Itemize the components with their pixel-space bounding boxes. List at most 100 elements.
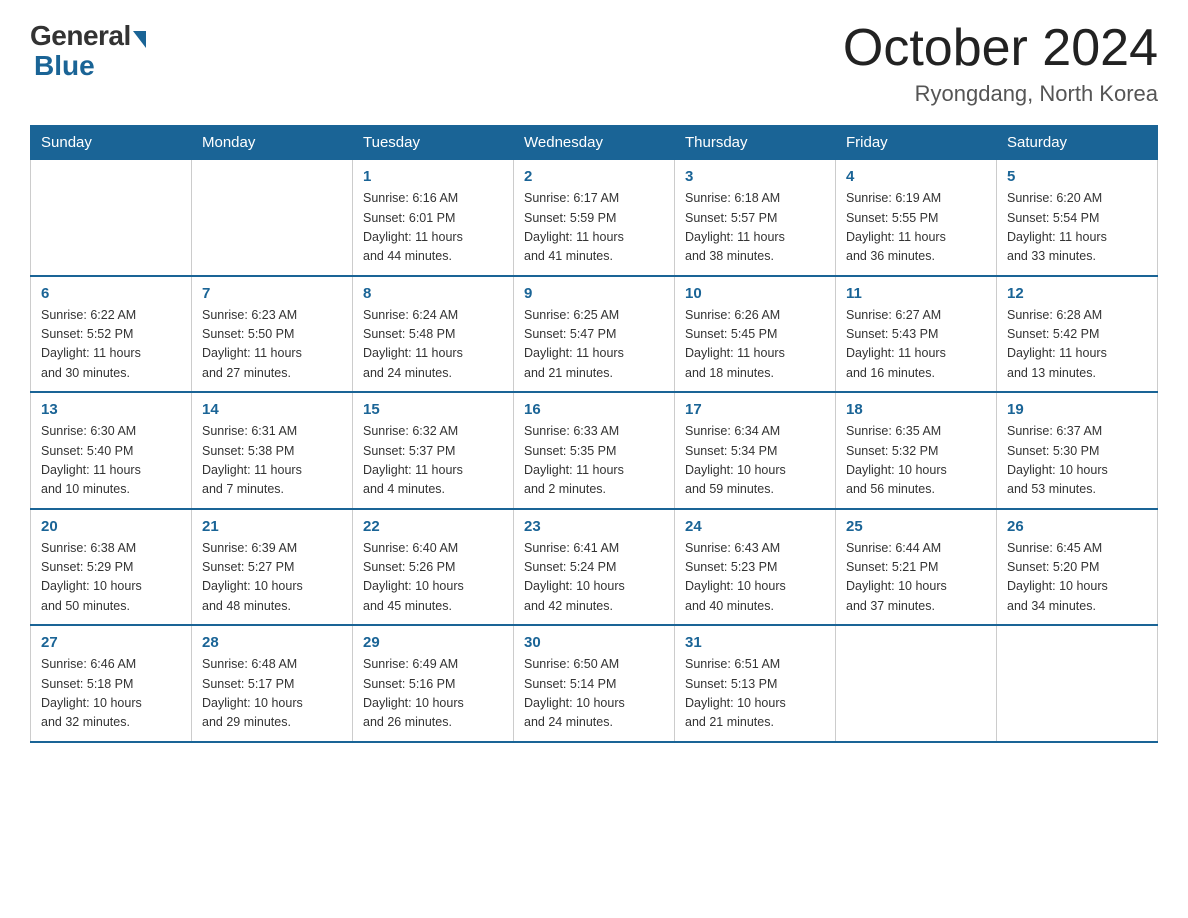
location-title: Ryongdang, North Korea: [843, 81, 1158, 107]
calendar-cell: 23 Sunrise: 6:41 AMSunset: 5:24 PMDayligh…: [514, 509, 675, 626]
day-number: 31: [685, 634, 825, 651]
calendar-cell: 8 Sunrise: 6:24 AMSunset: 5:48 PMDaylight…: [353, 276, 514, 393]
day-info: Sunrise: 6:41 AMSunset: 5:24 PMDaylight:…: [524, 539, 664, 617]
day-number: 26: [1007, 518, 1147, 535]
day-info: Sunrise: 6:46 AMSunset: 5:18 PMDaylight:…: [41, 655, 181, 733]
calendar-cell: [836, 625, 997, 742]
day-info: Sunrise: 6:49 AMSunset: 5:16 PMDaylight:…: [363, 655, 503, 733]
day-info: Sunrise: 6:25 AMSunset: 5:47 PMDaylight:…: [524, 306, 664, 384]
day-info: Sunrise: 6:31 AMSunset: 5:38 PMDaylight:…: [202, 422, 342, 500]
weekday-header-row: SundayMondayTuesdayWednesdayThursdayFrid…: [31, 126, 1158, 160]
calendar-cell: 10 Sunrise: 6:26 AMSunset: 5:45 PMDayligh…: [675, 276, 836, 393]
day-info: Sunrise: 6:19 AMSunset: 5:55 PMDaylight:…: [846, 189, 986, 267]
day-info: Sunrise: 6:23 AMSunset: 5:50 PMDaylight:…: [202, 306, 342, 384]
calendar-cell: 5 Sunrise: 6:20 AMSunset: 5:54 PMDaylight…: [997, 160, 1158, 276]
title-block: October 2024 Ryongdang, North Korea: [843, 20, 1158, 107]
day-info: Sunrise: 6:43 AMSunset: 5:23 PMDaylight:…: [685, 539, 825, 617]
day-info: Sunrise: 6:35 AMSunset: 5:32 PMDaylight:…: [846, 422, 986, 500]
calendar-cell: 22Sunrise: 6:40 AMSunset: 5:26 PMDayligh…: [353, 509, 514, 626]
day-number: 19: [1007, 401, 1147, 418]
logo-general-text: General: [30, 20, 131, 52]
day-info: Sunrise: 6:40 AMSunset: 5:26 PMDaylight:…: [363, 539, 503, 617]
calendar-cell: [997, 625, 1158, 742]
calendar-cell: 12Sunrise: 6:28 AMSunset: 5:42 PMDayligh…: [997, 276, 1158, 393]
day-number: 15: [363, 401, 503, 418]
day-number: 14: [202, 401, 342, 418]
weekday-header-friday: Friday: [836, 126, 997, 160]
day-info: Sunrise: 6:33 AMSunset: 5:35 PMDaylight:…: [524, 422, 664, 500]
day-info: Sunrise: 6:39 AMSunset: 5:27 PMDaylight:…: [202, 539, 342, 617]
day-number: 30: [524, 634, 664, 651]
day-number: 21: [202, 518, 342, 535]
day-number: 17: [685, 401, 825, 418]
day-number: 1: [363, 168, 503, 185]
day-number: 5: [1007, 168, 1147, 185]
day-info: Sunrise: 6:32 AMSunset: 5:37 PMDaylight:…: [363, 422, 503, 500]
day-number: 6: [41, 285, 181, 302]
day-info: Sunrise: 6:44 AMSunset: 5:21 PMDaylight:…: [846, 539, 986, 617]
day-number: 2: [524, 168, 664, 185]
day-info: Sunrise: 6:48 AMSunset: 5:17 PMDaylight:…: [202, 655, 342, 733]
calendar-cell: 29 Sunrise: 6:49 AMSunset: 5:16 PMDayligh…: [353, 625, 514, 742]
weekday-header-saturday: Saturday: [997, 126, 1158, 160]
calendar-cell: 14 Sunrise: 6:31 AMSunset: 5:38 PMDayligh…: [192, 392, 353, 509]
calendar-cell: 2 Sunrise: 6:17 AMSunset: 5:59 PMDaylight…: [514, 160, 675, 276]
calendar-week-row: 27 Sunrise: 6:46 AMSunset: 5:18 PMDayligh…: [31, 625, 1158, 742]
logo: General Blue: [30, 20, 146, 82]
day-info: Sunrise: 6:24 AMSunset: 5:48 PMDaylight:…: [363, 306, 503, 384]
day-number: 9: [524, 285, 664, 302]
logo-blue-text: Blue: [34, 50, 95, 82]
calendar-cell: 27 Sunrise: 6:46 AMSunset: 5:18 PMDayligh…: [31, 625, 192, 742]
day-number: 18: [846, 401, 986, 418]
day-number: 28: [202, 634, 342, 651]
weekday-header-wednesday: Wednesday: [514, 126, 675, 160]
day-number: 3: [685, 168, 825, 185]
calendar-cell: 11 Sunrise: 6:27 AMSunset: 5:43 PMDayligh…: [836, 276, 997, 393]
day-info: Sunrise: 6:30 AMSunset: 5:40 PMDaylight:…: [41, 422, 181, 500]
day-number: 29: [363, 634, 503, 651]
calendar-cell: 30 Sunrise: 6:50 AMSunset: 5:14 PMDayligh…: [514, 625, 675, 742]
day-info: Sunrise: 6:51 AMSunset: 5:13 PMDaylight:…: [685, 655, 825, 733]
calendar-cell: 13 Sunrise: 6:30 AMSunset: 5:40 PMDayligh…: [31, 392, 192, 509]
day-info: Sunrise: 6:17 AMSunset: 5:59 PMDaylight:…: [524, 189, 664, 267]
day-number: 16: [524, 401, 664, 418]
day-number: 25: [846, 518, 986, 535]
calendar-table: SundayMondayTuesdayWednesdayThursdayFrid…: [30, 125, 1158, 743]
page-header: General Blue October 2024 Ryongdang, Nor…: [30, 20, 1158, 107]
day-number: 10: [685, 285, 825, 302]
calendar-cell: 17 Sunrise: 6:34 AMSunset: 5:34 PMDayligh…: [675, 392, 836, 509]
calendar-cell: 21 Sunrise: 6:39 AMSunset: 5:27 PMDayligh…: [192, 509, 353, 626]
calendar-cell: 6 Sunrise: 6:22 AMSunset: 5:52 PMDaylight…: [31, 276, 192, 393]
day-number: 8: [363, 285, 503, 302]
day-number: 27: [41, 634, 181, 651]
calendar-cell: 25 Sunrise: 6:44 AMSunset: 5:21 PMDayligh…: [836, 509, 997, 626]
calendar-cell: 15 Sunrise: 6:32 AMSunset: 5:37 PMDayligh…: [353, 392, 514, 509]
day-info: Sunrise: 6:20 AMSunset: 5:54 PMDaylight:…: [1007, 189, 1147, 267]
calendar-cell: 3 Sunrise: 6:18 AMSunset: 5:57 PMDaylight…: [675, 160, 836, 276]
weekday-header-monday: Monday: [192, 126, 353, 160]
day-number: 13: [41, 401, 181, 418]
day-info: Sunrise: 6:34 AMSunset: 5:34 PMDaylight:…: [685, 422, 825, 500]
calendar-cell: 4 Sunrise: 6:19 AMSunset: 5:55 PMDaylight…: [836, 160, 997, 276]
day-info: Sunrise: 6:18 AMSunset: 5:57 PMDaylight:…: [685, 189, 825, 267]
day-info: Sunrise: 6:16 AMSunset: 6:01 PMDaylight:…: [363, 189, 503, 267]
calendar-cell: 24Sunrise: 6:43 AMSunset: 5:23 PMDayligh…: [675, 509, 836, 626]
day-number: 20: [41, 518, 181, 535]
calendar-cell: 18 Sunrise: 6:35 AMSunset: 5:32 PMDayligh…: [836, 392, 997, 509]
day-info: Sunrise: 6:38 AMSunset: 5:29 PMDaylight:…: [41, 539, 181, 617]
calendar-cell: 28 Sunrise: 6:48 AMSunset: 5:17 PMDayligh…: [192, 625, 353, 742]
calendar-cell: 9 Sunrise: 6:25 AMSunset: 5:47 PMDaylight…: [514, 276, 675, 393]
day-info: Sunrise: 6:50 AMSunset: 5:14 PMDaylight:…: [524, 655, 664, 733]
day-info: Sunrise: 6:22 AMSunset: 5:52 PMDaylight:…: [41, 306, 181, 384]
day-info: Sunrise: 6:37 AMSunset: 5:30 PMDaylight:…: [1007, 422, 1147, 500]
day-number: 11: [846, 285, 986, 302]
day-number: 23: [524, 518, 664, 535]
day-number: 4: [846, 168, 986, 185]
calendar-cell: 26Sunrise: 6:45 AMSunset: 5:20 PMDayligh…: [997, 509, 1158, 626]
calendar-week-row: 20 Sunrise: 6:38 AMSunset: 5:29 PMDayligh…: [31, 509, 1158, 626]
day-info: Sunrise: 6:26 AMSunset: 5:45 PMDaylight:…: [685, 306, 825, 384]
calendar-cell: 7 Sunrise: 6:23 AMSunset: 5:50 PMDaylight…: [192, 276, 353, 393]
day-info: Sunrise: 6:27 AMSunset: 5:43 PMDaylight:…: [846, 306, 986, 384]
day-number: 7: [202, 285, 342, 302]
calendar-cell: [31, 160, 192, 276]
